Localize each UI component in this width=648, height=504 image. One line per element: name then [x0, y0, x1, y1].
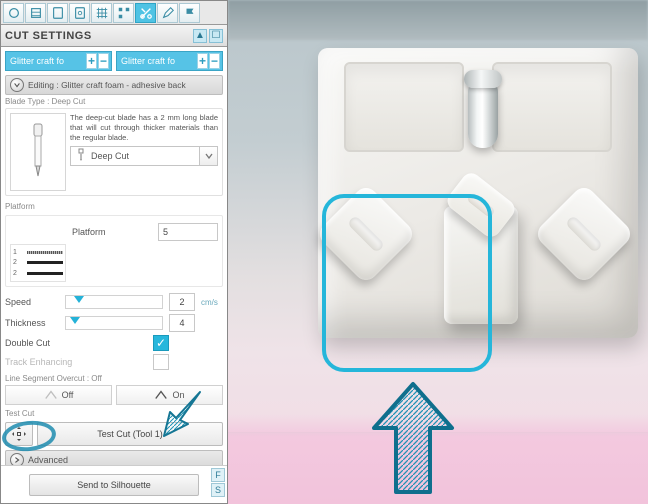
overcut-off-icon	[44, 389, 58, 401]
panel-header: CUT SETTINGS ▲ ☐	[1, 25, 227, 47]
blade-illustration	[10, 113, 66, 191]
editing-label: Editing : Glitter craft foam - adhesive …	[28, 80, 186, 90]
platform-diagram: 1 2 2	[10, 244, 66, 282]
speed-slider[interactable]	[65, 295, 163, 309]
testcut-position-button[interactable]	[5, 422, 33, 446]
tab2-minus-icon[interactable]: −	[209, 53, 220, 69]
advanced-label: Advanced	[28, 455, 68, 465]
panel-close-icon[interactable]: ☐	[209, 29, 223, 43]
overcut-toggle: Off On	[5, 385, 223, 405]
platform-section: Platform 5 1 2 2	[5, 215, 223, 287]
footer-btn-s[interactable]: S	[211, 483, 225, 497]
platform-value[interactable]: 5	[158, 223, 218, 241]
overcut-on-icon	[154, 389, 168, 401]
metal-post	[468, 78, 498, 148]
blade-type-dropdown[interactable]: Deep Cut	[70, 146, 218, 166]
tab1-plus-icon[interactable]: +	[86, 53, 97, 69]
speed-value[interactable]: 2	[169, 293, 195, 311]
track-enhancing-row: Track Enhancing	[5, 354, 223, 370]
tab1-minus-icon[interactable]: −	[98, 53, 109, 69]
material-tab-2[interactable]: Glitter craft fo +−	[116, 51, 223, 71]
blade-dropdown-value: Deep Cut	[91, 151, 129, 161]
material-tab-1-label: Glitter craft fo	[10, 56, 64, 66]
carriage	[318, 48, 638, 338]
double-cut-label: Double Cut	[5, 338, 75, 348]
material-tab-2-label: Glitter craft fo	[121, 56, 175, 66]
panel-body: Glitter craft fo +− Glitter craft fo +− …	[1, 47, 227, 465]
blade-holder	[444, 206, 518, 324]
testcut-row: Test Cut (Tool 1)	[5, 422, 223, 446]
platform-row-1: 1	[13, 249, 17, 256]
chevron-right-icon	[10, 453, 24, 465]
thickness-row: Thickness 4	[5, 314, 223, 332]
send-to-silhouette-button[interactable]: Send to Silhouette	[29, 474, 199, 496]
speed-label: Speed	[5, 297, 59, 307]
platform-field-label: Platform	[72, 227, 106, 237]
cut-settings-panel: CUT SETTINGS ▲ ☐ Glitter craft fo +− Gli…	[0, 0, 228, 504]
toolbar-btn-1[interactable]	[3, 3, 24, 23]
platform-section-label: Platform	[5, 202, 223, 211]
footer-btn-f[interactable]: F	[211, 468, 225, 482]
blade-section-label: Blade Type : Deep Cut	[5, 97, 223, 106]
toolbar-btn-grid[interactable]	[91, 3, 112, 23]
double-cut-checkbox[interactable]: ✓	[153, 335, 169, 351]
thickness-label: Thickness	[5, 318, 59, 328]
overcut-off-button[interactable]: Off	[5, 385, 112, 405]
platform-row-2: 2	[13, 259, 17, 266]
toolbar-btn-2[interactable]	[25, 3, 46, 23]
speed-unit: cm/s	[201, 298, 223, 307]
track-enhancing-label: Track Enhancing	[5, 357, 85, 367]
thickness-slider[interactable]	[65, 316, 163, 330]
blade-description: The deep-cut blade has a 2 mm long blade…	[70, 113, 218, 142]
advanced-bar[interactable]: Advanced	[5, 450, 223, 465]
machine-photo	[228, 0, 648, 504]
editing-bar[interactable]: Editing : Glitter craft foam - adhesive …	[5, 75, 223, 95]
material-tab-1[interactable]: Glitter craft fo +−	[5, 51, 112, 71]
chevron-down-icon	[10, 78, 24, 92]
toolbar-btn-3[interactable]	[47, 3, 68, 23]
testcut-section-label: Test Cut	[5, 409, 223, 418]
overcut-on-label: On	[172, 390, 184, 400]
thickness-value[interactable]: 4	[169, 314, 195, 332]
blade-section: The deep-cut blade has a 2 mm long blade…	[5, 108, 223, 196]
double-cut-row: Double Cut ✓	[5, 335, 223, 351]
top-toolbar	[1, 1, 227, 25]
toolbar-btn-pen[interactable]	[157, 3, 178, 23]
platform-row-3: 2	[13, 270, 17, 277]
dropdown-arrow-icon	[199, 147, 217, 165]
testcut-button[interactable]: Test Cut (Tool 1)	[37, 422, 223, 446]
material-tabs: Glitter craft fo +− Glitter craft fo +−	[5, 51, 223, 71]
panel-collapse-up-icon[interactable]: ▲	[193, 29, 207, 43]
track-enhancing-checkbox[interactable]	[153, 354, 169, 370]
send-button-label: Send to Silhouette	[77, 480, 151, 490]
toolbar-btn-cut-active[interactable]	[135, 3, 156, 23]
toolbar-btn-4[interactable]	[69, 3, 90, 23]
overcut-off-label: Off	[62, 390, 74, 400]
panel-footer: Send to Silhouette F S	[1, 465, 227, 503]
tab2-plus-icon[interactable]: +	[197, 53, 208, 69]
toolbar-btn-flag[interactable]	[179, 3, 200, 23]
speed-row: Speed 2 cm/s	[5, 293, 223, 311]
blade-dropdown-icon	[75, 148, 87, 164]
toolbar-btn-reg[interactable]	[113, 3, 134, 23]
arrows-move-icon	[11, 426, 27, 442]
panel-title: CUT SETTINGS	[5, 30, 92, 42]
testcut-button-label: Test Cut (Tool 1)	[97, 429, 163, 439]
overcut-section-label: Line Segment Overcut : Off	[5, 374, 223, 383]
overcut-on-button[interactable]: On	[116, 385, 223, 405]
